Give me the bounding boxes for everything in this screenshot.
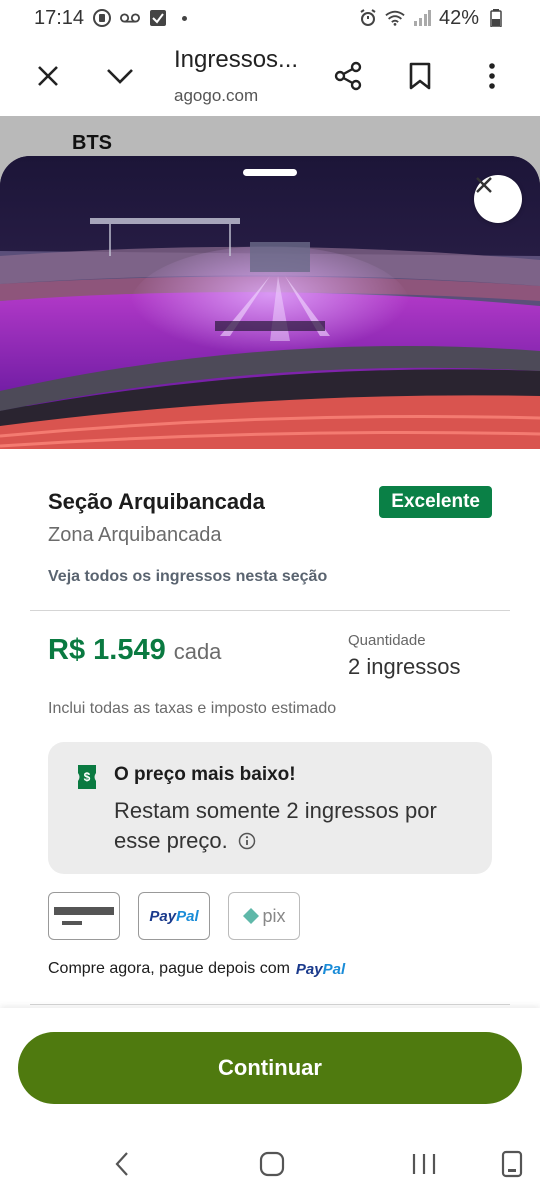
background-heading: BTS (72, 132, 112, 154)
ticket-detail-sheet: Seção Arquibancada Excelente Zona Arquib… (0, 156, 540, 1126)
buy-now-pay-later: Compre agora, pague depois com PayPal (48, 960, 345, 978)
close-sheet-button[interactable] (474, 175, 522, 223)
status-bar: 17:14 42% (0, 0, 540, 36)
price-unit: cada (173, 639, 222, 664)
battery-icon (486, 8, 506, 28)
more-notifications-dot (182, 15, 188, 21)
voicemail-icon (120, 8, 141, 28)
pix-logo: pix (228, 892, 300, 940)
bnpl-text: Compre agora, pague depois com (48, 960, 290, 977)
system-navigation-bar (0, 1128, 540, 1200)
paypal-logo: PayPal (138, 892, 210, 940)
signal-icon (412, 8, 432, 28)
battery-percentage: 42% (438, 6, 479, 29)
pix-icon (243, 908, 260, 924)
stadium-illustration (0, 156, 540, 449)
svg-text:$: $ (84, 770, 91, 784)
quantity-selector[interactable]: 2 ingressos (348, 654, 461, 680)
info-icon[interactable] (238, 832, 256, 850)
divider (30, 1004, 510, 1005)
promo-body: Restam somente 2 ingressos por esse preç… (114, 796, 474, 856)
stadium-view-image (0, 156, 540, 449)
taxes-note: Inclui todas as taxas e imposto estimado (48, 700, 337, 717)
sheet-drag-handle[interactable] (243, 169, 297, 176)
price-row: R$ 1.549 cada (48, 634, 221, 667)
lowest-price-banner: $ O preço mais baixo! Restam somente 2 i… (48, 742, 492, 874)
screenshot-toggle-icon[interactable] (494, 1146, 530, 1182)
ticket-dollar-icon: $ (78, 765, 96, 789)
status-time: 17:14 (34, 6, 85, 29)
paypal-logo-text: PayPal (149, 907, 199, 925)
payment-methods: PayPal pix (48, 892, 300, 940)
zone-label: Zona Arquibancada (48, 524, 222, 546)
continue-button[interactable]: Continuar (18, 1032, 522, 1104)
alarm-icon (358, 8, 378, 28)
pix-label: pix (262, 905, 286, 926)
checkbox-notification-icon (148, 8, 168, 28)
more-options-icon[interactable] (468, 52, 516, 100)
see-all-tickets-link[interactable]: Veja todos os ingressos nesta seção (48, 568, 327, 586)
home-icon[interactable] (254, 1146, 290, 1182)
wifi-icon (385, 8, 405, 28)
bookmark-icon[interactable] (396, 52, 444, 100)
page-title: Ingressos... (174, 46, 299, 73)
close-icon (476, 177, 492, 193)
promo-title: O preço mais baixo! (114, 764, 296, 785)
ticket-price: R$ 1.549 (48, 634, 166, 666)
back-icon[interactable] (104, 1146, 140, 1182)
paypal-inline-logo: PayPal (295, 960, 346, 978)
quantity-label: Quantidade (348, 632, 426, 649)
divider (30, 610, 510, 611)
close-tab-icon[interactable] (24, 52, 72, 100)
rating-badge: Excelente (379, 486, 492, 518)
promo-body-text: Restam somente 2 ingressos por esse preç… (114, 798, 437, 853)
chevron-down-icon[interactable] (96, 52, 144, 100)
section-title: Seção Arquibancada (48, 489, 265, 514)
section-header: Seção Arquibancada Excelente (48, 486, 492, 518)
credit-card-icon (48, 892, 120, 940)
share-icon[interactable] (324, 52, 372, 100)
app-notification-icon (92, 8, 112, 28)
recent-apps-icon[interactable] (406, 1146, 442, 1182)
page-url[interactable]: agogo.com (174, 86, 258, 106)
browser-toolbar: Ingressos... agogo.com (0, 36, 540, 116)
sheet-footer: Continuar (0, 1008, 540, 1128)
